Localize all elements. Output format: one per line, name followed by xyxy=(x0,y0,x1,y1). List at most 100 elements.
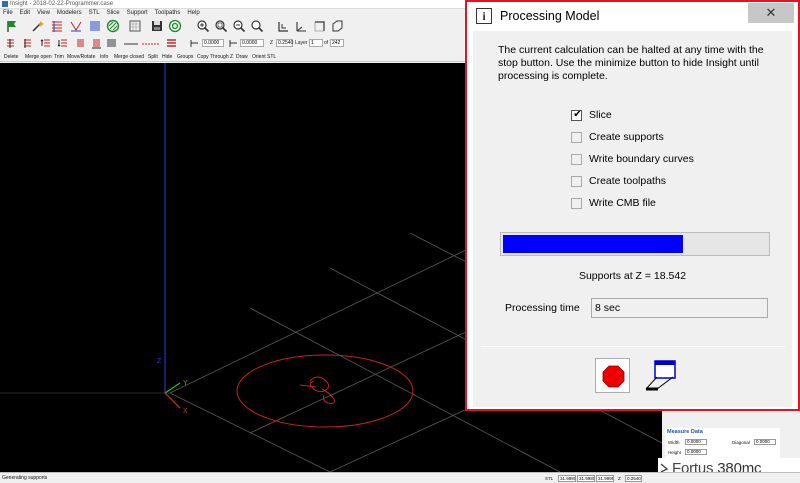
view-iso-icon[interactable] xyxy=(294,19,308,33)
step-write-cmb-file-label: Write CMB file xyxy=(589,197,656,209)
step-slice-label: Slice xyxy=(589,109,612,121)
menu-file[interactable]: File xyxy=(3,9,13,18)
view-front-icon[interactable] xyxy=(276,19,290,33)
menu-edit[interactable]: Edit xyxy=(20,9,30,18)
y-axis-label: Y xyxy=(183,380,188,387)
step-slice-checkbox: ✔ xyxy=(571,109,582,121)
status-text: Generating supports xyxy=(2,475,48,481)
measure-data-panel: Measure Data Width 0.0000 Diagonal 0.000… xyxy=(665,428,780,462)
app-title: Insight - 2018-02-22-Programmer.case xyxy=(10,1,114,7)
axis-triad xyxy=(164,63,181,409)
merge-open-button[interactable]: Merge open xyxy=(25,53,52,61)
end-value-field[interactable]: 0.0000 xyxy=(240,39,264,47)
layer-of-label: of xyxy=(324,40,329,46)
processing-time-label: Processing time xyxy=(505,302,580,314)
zoom-window-icon[interactable] xyxy=(250,19,264,33)
wand-icon[interactable] xyxy=(31,19,45,33)
measure-data-title: Measure Data xyxy=(667,429,703,435)
minimize-button[interactable] xyxy=(643,358,679,393)
width-icon[interactable] xyxy=(189,38,200,49)
status-value-1: 31.9980 xyxy=(558,475,576,482)
groups-button[interactable]: Groups xyxy=(177,53,193,61)
menu-stl[interactable]: STL xyxy=(89,9,100,18)
dialog-titlebar: i Processing Model ✕ xyxy=(467,2,798,31)
view-top-icon[interactable] xyxy=(312,19,326,33)
status-z-value: 0.2540 xyxy=(625,475,642,482)
z-label: Z xyxy=(270,40,274,46)
zoom-fit-icon[interactable] xyxy=(214,19,228,33)
step-create-supports-label: Create supports xyxy=(589,131,664,143)
sphere-hatch-icon[interactable] xyxy=(106,19,120,33)
status-z-label: Z xyxy=(618,476,621,481)
layer-block-icon[interactable] xyxy=(106,38,117,49)
status-bar: Generating supports STL 31.9980 31.9980 … xyxy=(0,472,800,483)
draw-button[interactable]: Draw xyxy=(236,53,248,61)
x-axis-line xyxy=(164,392,181,409)
spiral-icon[interactable] xyxy=(168,19,182,33)
line-style-solid-icon[interactable] xyxy=(122,38,162,49)
step-create-supports-checkbox xyxy=(571,132,582,143)
layer-first-icon[interactable] xyxy=(75,38,86,49)
layer-count-field: 242 xyxy=(330,39,344,47)
grid-icon[interactable] xyxy=(128,19,142,33)
processing-progress-bar xyxy=(500,232,770,256)
layer-label: Layer xyxy=(295,40,308,46)
slice-curves-icon[interactable] xyxy=(50,19,64,33)
toolpath-icon[interactable] xyxy=(88,19,102,33)
arrange-up-icon[interactable] xyxy=(5,38,16,49)
layer-up-icon[interactable] xyxy=(40,38,51,49)
info-icon: i xyxy=(476,8,492,24)
arrange-down-icon[interactable] xyxy=(22,38,33,49)
measure-height-field: 0.0000 xyxy=(685,449,707,455)
info-button[interactable]: Info xyxy=(100,53,108,61)
stop-octagon-icon xyxy=(602,365,625,388)
menu-toolpaths[interactable]: Toolpaths xyxy=(155,9,181,18)
start-value-field[interactable]: 0.0000 xyxy=(202,39,224,47)
stop-button[interactable] xyxy=(595,358,630,393)
step-write-boundary-curves-label: Write boundary curves xyxy=(589,153,694,165)
dialog-message: The current calculation can be halted at… xyxy=(498,44,764,82)
app-icon xyxy=(2,1,8,7)
measure-diagonal-label: Diagonal xyxy=(732,440,750,445)
hide-button[interactable]: Hide xyxy=(162,53,172,61)
height-icon[interactable] xyxy=(228,38,239,49)
flag-icon[interactable] xyxy=(5,19,19,33)
supports-status-text: Supports at Z = 18.542 xyxy=(578,270,687,282)
orient-stl-button[interactable]: Orient STL xyxy=(252,53,276,61)
status-value-2: 31.9980 xyxy=(577,475,595,482)
dialog-title: Processing Model xyxy=(500,9,600,23)
close-icon[interactable]: ✕ xyxy=(748,3,794,23)
copy-through-z-button[interactable]: Copy Through Z xyxy=(197,53,233,61)
delete-button[interactable]: Delete xyxy=(4,53,18,61)
menu-slice[interactable]: Slice xyxy=(107,9,120,18)
dialog-body: The current calculation can be halted at… xyxy=(473,31,792,407)
z-axis-label: Z xyxy=(157,358,162,365)
zoom-out-icon[interactable] xyxy=(232,19,246,33)
save-icon[interactable] xyxy=(150,19,164,33)
menu-modelers[interactable]: Modelers xyxy=(57,9,82,18)
menu-bar: File Edit View Modelers STL Slice Suppor… xyxy=(0,9,470,18)
zoom-in-icon[interactable] xyxy=(196,19,210,33)
dialog-separator xyxy=(481,346,785,347)
step-create-toolpaths-label: Create toolpaths xyxy=(589,175,667,187)
trim-button[interactable]: Trim xyxy=(54,53,64,61)
split-button[interactable]: Split xyxy=(148,53,158,61)
z-value-field[interactable]: 0.2540 xyxy=(276,39,293,47)
support-curves-icon[interactable] xyxy=(69,19,83,33)
main-toolbar xyxy=(0,18,470,36)
layer-value-field[interactable]: 1 xyxy=(309,39,323,47)
fill-icon[interactable] xyxy=(166,38,177,49)
measure-width-field: 0.0000 xyxy=(685,439,707,445)
edit-toolbar: Delete Merge open Trim Move/Rotate Info … xyxy=(0,52,470,62)
menu-support[interactable]: Support xyxy=(127,9,148,18)
status-value-3: 31.9999 xyxy=(596,475,614,482)
view-side-icon[interactable] xyxy=(330,19,344,33)
move-rotate-button[interactable]: Move/Rotate xyxy=(67,53,95,61)
layer-down-icon[interactable] xyxy=(57,38,68,49)
menu-help[interactable]: Help xyxy=(187,9,199,18)
menu-view[interactable]: View xyxy=(37,9,50,18)
part-slice-curve xyxy=(299,376,335,404)
layer-last-icon[interactable] xyxy=(91,38,102,49)
processing-model-dialog: i Processing Model ✕ The current calcula… xyxy=(465,0,800,411)
merge-closed-button[interactable]: Merge closed xyxy=(114,53,144,61)
